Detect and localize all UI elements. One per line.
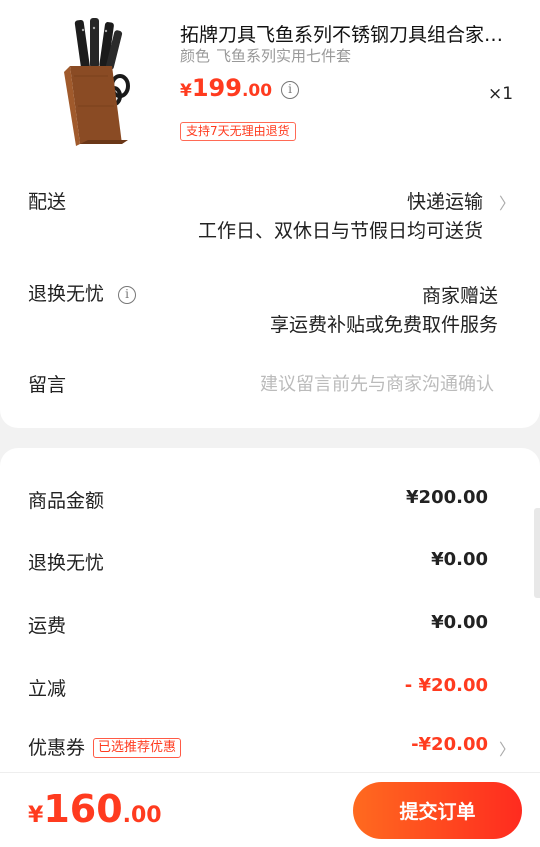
variant-label: 颜色 [180,47,211,65]
goods-amount-label: 商品金额 [28,490,105,512]
price-currency: ¥ [180,81,192,101]
coupon-label-text: 优惠券 [28,737,86,759]
total-integer: 160 [43,787,123,831]
exchange-note: 享运费补贴或免费取件服务 [269,314,498,336]
product-price: ¥ 199 .00 i [180,74,300,102]
price-decimal: .00 [241,81,273,101]
exchange-fee-value: ¥0.00 [431,549,488,570]
quantity-x: × [488,84,503,104]
exchange-label-text: 退换无忧 [28,283,105,305]
exchange-fee-label: 退换无忧 [28,552,105,574]
checkout-bar: ¥ 160 .00 提交订单 [0,772,540,847]
price-summary-card: 商品金额 ¥200.00 退换无忧 ¥0.00 运费 ¥0.00 立减 - ¥2… [0,448,540,778]
coupon-recommended-tag: 已选推荐优惠 [93,738,182,758]
discount-value: - ¥20.00 [404,675,488,696]
coupon-chevron-right-icon[interactable]: 〉 [499,736,515,760]
total-price: ¥ 160 .00 [28,787,162,831]
order-item-card: 拓牌刀具飞鱼系列不锈钢刀具组合家… 颜色 飞鱼系列实用七件套 ¥ 199 .00 … [0,0,540,428]
discount-label: 立减 [28,678,67,700]
return-policy-badge: 支持7天无理由退货 [180,122,296,141]
delivery-value[interactable]: 快递运输 [407,187,483,214]
product-quantity: ×1 [488,83,513,104]
total-decimal: .00 [122,803,162,828]
delivery-label: 配送 [28,191,67,213]
coupon-value[interactable]: -¥20.00 [411,734,488,755]
exchange-value: 商家赠送 [421,285,498,307]
coupon-label[interactable]: 优惠券 已选推荐优惠 [28,733,182,760]
variant-value: 飞鱼系列实用七件套 [216,47,352,65]
goods-amount-value: ¥200.00 [406,487,488,508]
delivery-note: 工作日、双休日与节假日均可送货 [197,220,483,242]
knife-block-icon [64,18,130,146]
delivery-chevron-right-icon[interactable]: 〉 [499,190,515,214]
product-title[interactable]: 拓牌刀具飞鱼系列不锈钢刀具组合家… [180,20,510,47]
shipping-fee-label: 运费 [28,615,67,637]
total-currency: ¥ [28,803,44,828]
scroll-edge-handle[interactable] [534,508,540,598]
message-label: 留言 [28,374,67,396]
message-input[interactable]: 建议留言前先与商家沟通确认 [260,370,494,396]
shipping-fee-value: ¥0.00 [431,612,488,633]
price-info-icon[interactable]: i [281,81,300,99]
submit-order-button[interactable]: 提交订单 [353,782,522,839]
product-image[interactable] [50,16,136,150]
price-integer: 199 [191,74,242,102]
quantity-value: 1 [502,84,514,104]
exchange-label: 退换无忧 i [28,279,137,306]
exchange-info-icon[interactable]: i [118,286,137,304]
product-variant: 颜色 飞鱼系列实用七件套 [180,45,351,66]
